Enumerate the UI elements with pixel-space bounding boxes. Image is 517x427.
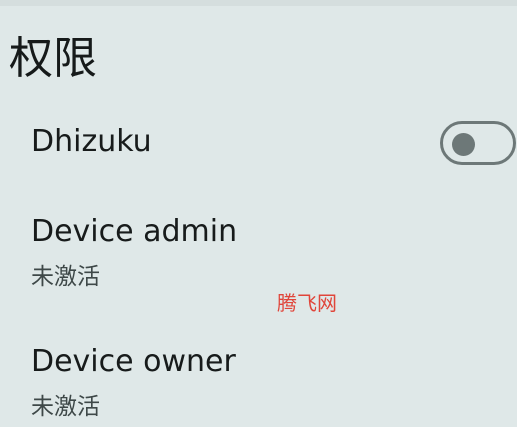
setting-device-owner[interactable]: Device owner 未激活 [0,338,517,427]
page-title: 权限 [9,33,97,84]
setting-device-owner-title: Device owner [31,344,236,379]
setting-device-owner-summary: 未激活 [31,394,100,420]
toggle-thumb-icon [452,133,475,156]
watermark-text: 腾飞网 [277,291,337,315]
setting-device-admin-summary: 未激活 [31,264,100,290]
setting-device-admin-title: Device admin [31,214,238,249]
setting-dhizuku[interactable]: Dhizuku [0,118,517,174]
dhizuku-toggle-switch[interactable] [440,121,516,165]
setting-dhizuku-title: Dhizuku [31,124,152,159]
status-bar-edge [0,0,517,6]
setting-device-admin[interactable]: Device admin 未激活 [0,208,517,308]
